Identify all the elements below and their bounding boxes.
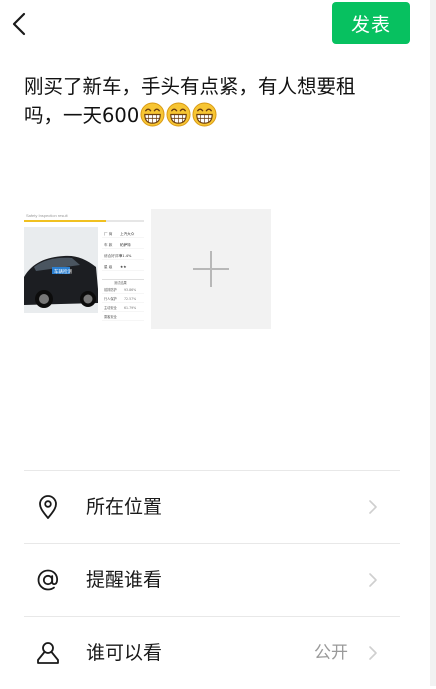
- publish-button[interactable]: 发表: [332, 2, 410, 44]
- photo-table-value: 61.79%: [124, 306, 136, 310]
- plus-icon: [193, 251, 229, 287]
- photo-table-value: 93.86%: [124, 288, 136, 292]
- photo-header-text: Safety Inspection result: [26, 213, 68, 218]
- option-mention[interactable]: 提醒谁看: [0, 544, 400, 616]
- post-text-input[interactable]: 刚买了新车，手头有点紧，有人想要租吗，一天600: [24, 72, 374, 130]
- emoji-group: [140, 102, 217, 127]
- photo-table-rule: [102, 302, 144, 303]
- grinning-face-emoji: [166, 102, 191, 127]
- chevron-right-icon: [369, 573, 377, 587]
- photo-table-value: 帕萨特: [120, 242, 131, 247]
- option-location[interactable]: 所在位置: [0, 471, 400, 543]
- photo-table-value: 上汽大众: [120, 231, 135, 236]
- option-visibility[interactable]: 谁可以看 公开: [0, 617, 400, 689]
- photo-table-rule: [102, 320, 144, 321]
- photo-table-rule: [102, 237, 144, 238]
- photo-table-rule: [102, 293, 144, 294]
- option-visibility-label: 谁可以看: [86, 642, 163, 664]
- person-icon: [37, 642, 59, 664]
- photo-table-label: 星 级: [104, 264, 113, 269]
- photo-table-rule: [102, 311, 144, 312]
- location-pin-icon: [39, 495, 57, 519]
- back-arrow-icon[interactable]: [8, 8, 32, 40]
- chevron-right-icon: [369, 500, 377, 514]
- option-visibility-value: 公开: [314, 643, 348, 663]
- photo-table-value: ★★: [120, 265, 126, 269]
- option-location-label: 所在位置: [86, 496, 163, 518]
- photo-table-rule: [102, 248, 144, 249]
- grinning-face-emoji: [140, 102, 165, 127]
- photo-table-label: 厂 商: [104, 231, 113, 236]
- photo-table-value: 91.4%: [120, 254, 132, 258]
- chevron-right-icon: [369, 646, 377, 660]
- photo-thumbnail[interactable]: Safety Inspection result 车辆检测 厂 商 上汽大众车 款…: [24, 209, 144, 329]
- photo-table-label: 主动安全: [104, 305, 118, 310]
- option-mention-label: 提醒谁看: [86, 569, 163, 591]
- photo-table-label: 前排防护: [104, 287, 117, 292]
- photo-subtable-title: 测试结果: [114, 280, 128, 285]
- grinning-face-emoji: [192, 102, 217, 127]
- photo-table-label: 行人保护: [104, 296, 117, 301]
- at-sign-icon: [37, 569, 59, 591]
- photo-table-label: 车 款: [104, 242, 113, 247]
- scrollbar[interactable]: [430, 0, 436, 686]
- photo-table-label: 乘客安全: [104, 314, 118, 319]
- photo-table-rule: [102, 270, 144, 271]
- photo-table-rule: [102, 259, 144, 260]
- add-photo-button[interactable]: [151, 209, 271, 329]
- photo-table-value: 72.57%: [124, 297, 136, 301]
- photo-banner-text: 车辆检测: [54, 268, 72, 275]
- car-inspection-photo: Safety Inspection result 车辆检测 厂 商 上汽大众车 款…: [24, 209, 144, 329]
